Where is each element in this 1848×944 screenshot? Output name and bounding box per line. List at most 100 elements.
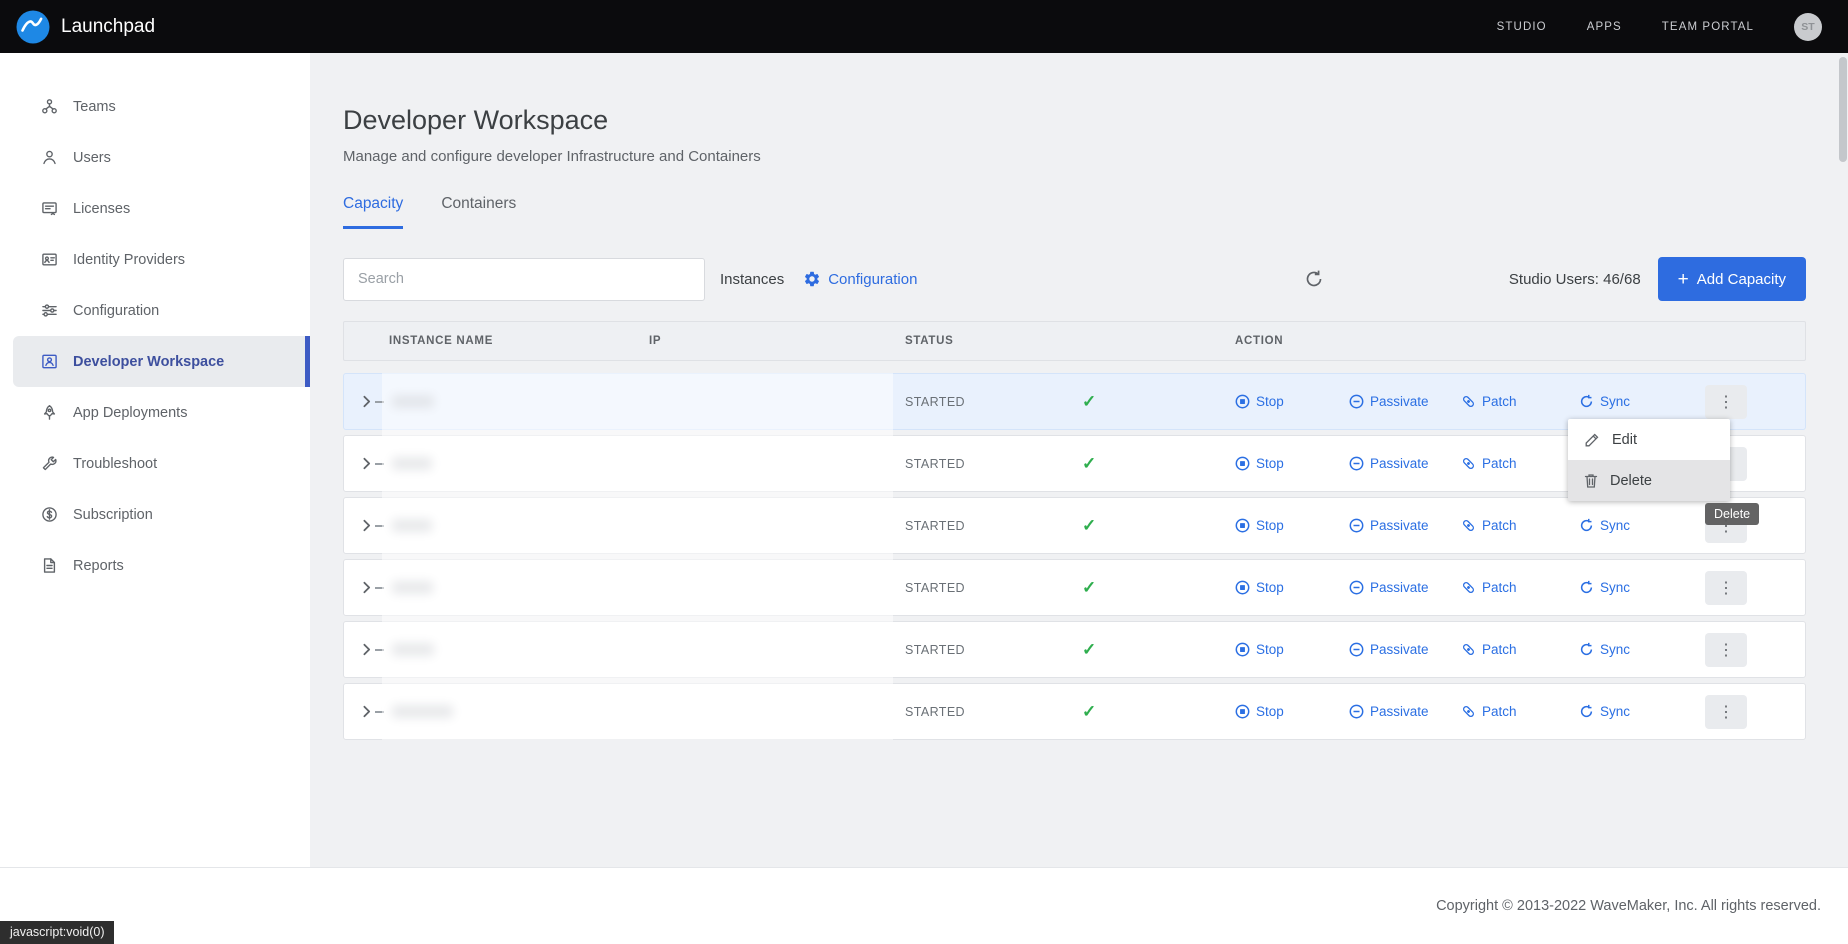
kebab-icon: ⋮: [1718, 642, 1734, 659]
row-context-menu: Edit Delete: [1568, 419, 1730, 501]
row-menu-button[interactable]: ⋮: [1705, 385, 1747, 419]
sync-button[interactable]: Sync: [1579, 704, 1630, 719]
sidebar-item-label: Reports: [73, 558, 124, 574]
chevron-right-icon[interactable]: [358, 579, 375, 596]
sync-button[interactable]: Sync: [1579, 580, 1630, 595]
chevron-right-icon[interactable]: [358, 455, 375, 472]
passivate-label: Passivate: [1370, 704, 1429, 719]
stop-button[interactable]: Stop: [1235, 580, 1349, 595]
wavemaker-logo-icon: [16, 10, 50, 44]
licenses-icon: [41, 200, 58, 217]
stop-button[interactable]: Stop: [1235, 456, 1349, 471]
subscription-icon: [41, 506, 58, 523]
sidebar-item-users[interactable]: Users: [0, 132, 310, 183]
row-menu-button[interactable]: ⋮: [1705, 633, 1747, 667]
menu-item-label: Delete: [1610, 473, 1652, 489]
patch-label: Patch: [1482, 580, 1517, 595]
patch-button[interactable]: Patch: [1461, 518, 1579, 533]
passivate-button[interactable]: Passivate: [1349, 394, 1461, 409]
sync-button[interactable]: Sync: [1579, 518, 1630, 533]
sidebar-item-licenses[interactable]: Licenses: [0, 183, 310, 234]
passivate-label: Passivate: [1370, 456, 1429, 471]
sidebar-item-developer-workspace[interactable]: Developer Workspace: [13, 336, 310, 387]
stop-button[interactable]: Stop: [1235, 394, 1349, 409]
reports-icon: [41, 557, 58, 574]
nav-studio[interactable]: STUDIO: [1497, 21, 1547, 33]
link-status-bar: javascript:void(0): [0, 921, 114, 944]
status-label: STARTED: [905, 705, 1082, 719]
passivate-icon: [1349, 456, 1364, 471]
passivate-button[interactable]: Passivate: [1349, 580, 1461, 595]
sidebar-item-configuration[interactable]: Configuration: [0, 285, 310, 336]
passivate-button[interactable]: Passivate: [1349, 518, 1461, 533]
instance-name-cell: [389, 581, 649, 594]
sidebar-item-label: App Deployments: [73, 405, 187, 421]
sync-label: Sync: [1600, 704, 1630, 719]
nav-team-portal[interactable]: TEAM PORTAL: [1662, 21, 1754, 33]
avatar[interactable]: ST: [1794, 13, 1822, 41]
topbar: Launchpad STUDIO APPS TEAM PORTAL ST: [0, 0, 1848, 53]
sidebar-item-troubleshoot[interactable]: Troubleshoot: [0, 438, 310, 489]
menu-item-edit[interactable]: Edit: [1568, 419, 1730, 460]
chevron-right-icon[interactable]: [358, 703, 375, 720]
status-cell: STARTED✓: [905, 516, 1235, 536]
tab-bar: Capacity Containers: [343, 195, 1806, 229]
stop-button[interactable]: Stop: [1235, 704, 1349, 719]
check-icon: ✓: [1082, 578, 1096, 598]
patch-button[interactable]: Patch: [1461, 394, 1579, 409]
menu-item-delete[interactable]: Delete: [1568, 460, 1730, 501]
sidebar-item-app-deployments[interactable]: App Deployments: [0, 387, 310, 438]
row-menu-button[interactable]: ⋮: [1705, 695, 1747, 729]
stop-icon: [1235, 394, 1250, 409]
chevron-right-icon[interactable]: [358, 641, 375, 658]
sidebar-item-reports[interactable]: Reports: [0, 540, 310, 591]
sidebar-item-teams[interactable]: Teams: [0, 81, 310, 132]
stop-label: Stop: [1256, 394, 1284, 409]
sync-button[interactable]: Sync: [1579, 394, 1630, 409]
chevron-right-icon[interactable]: [358, 393, 375, 410]
sidebar-item-subscription[interactable]: Subscription: [0, 489, 310, 540]
status-cell: STARTED✓: [905, 578, 1235, 598]
scrollbar-thumb[interactable]: [1839, 57, 1847, 162]
table-row[interactable]: STARTED✓ Stop Passivate Patch Sync ⋮: [343, 621, 1806, 678]
sidebar-item-identity-providers[interactable]: Identity Providers: [0, 234, 310, 285]
app-logo[interactable]: Launchpad: [16, 10, 155, 44]
sidebar-item-label: Subscription: [73, 507, 153, 523]
sidebar-item-label: Developer Workspace: [73, 354, 224, 370]
chevron-right-icon[interactable]: [358, 517, 375, 534]
redacted-instance-name: [392, 705, 453, 718]
patch-button[interactable]: Patch: [1461, 704, 1579, 719]
patch-icon: [1461, 704, 1476, 719]
tab-containers[interactable]: Containers: [441, 195, 516, 229]
sidebar: Teams Users Licenses Identity Providers …: [0, 53, 310, 867]
nav-apps[interactable]: APPS: [1587, 21, 1622, 33]
copyright-text: Copyright © 2013-2022 WaveMaker, Inc. Al…: [1436, 898, 1821, 914]
table-row[interactable]: STARTED✓ Stop Passivate Patch Sync ⋮: [343, 559, 1806, 616]
passivate-button[interactable]: Passivate: [1349, 704, 1461, 719]
add-capacity-button[interactable]: + Add Capacity: [1658, 257, 1806, 301]
stop-label: Stop: [1256, 580, 1284, 595]
stop-button[interactable]: Stop: [1235, 642, 1349, 657]
stop-icon: [1235, 704, 1250, 719]
search-input[interactable]: [343, 258, 705, 301]
passivate-button[interactable]: Passivate: [1349, 456, 1461, 471]
passivate-icon: [1349, 394, 1364, 409]
row-menu-button[interactable]: ⋮: [1705, 571, 1747, 605]
check-icon: ✓: [1082, 640, 1096, 660]
sync-button[interactable]: Sync: [1579, 642, 1630, 657]
tab-capacity[interactable]: Capacity: [343, 195, 403, 229]
stop-label: Stop: [1256, 704, 1284, 719]
stop-label: Stop: [1256, 642, 1284, 657]
stop-button[interactable]: Stop: [1235, 518, 1349, 533]
configuration-link[interactable]: Configuration: [803, 270, 917, 288]
table-row[interactable]: STARTED✓ Stop Passivate Patch Sync ⋮: [343, 683, 1806, 740]
stop-icon: [1235, 456, 1250, 471]
sidebar-item-label: Teams: [73, 99, 116, 115]
refresh-button[interactable]: [1304, 269, 1324, 289]
patch-button[interactable]: Patch: [1461, 580, 1579, 595]
patch-button[interactable]: Patch: [1461, 456, 1579, 471]
passivate-button[interactable]: Passivate: [1349, 642, 1461, 657]
passivate-icon: [1349, 518, 1364, 533]
patch-button[interactable]: Patch: [1461, 642, 1579, 657]
table-row[interactable]: STARTED✓ Stop Passivate Patch Sync ⋮: [343, 497, 1806, 554]
